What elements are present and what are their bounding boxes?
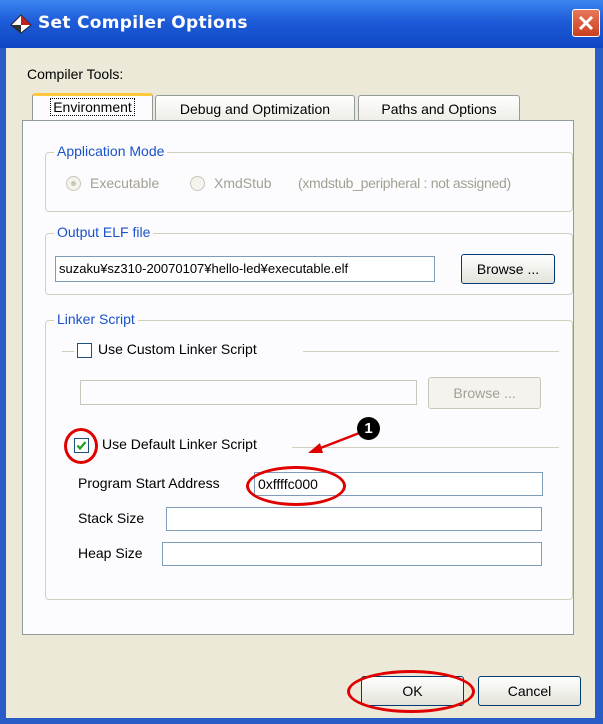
custom-section-rule-left: [62, 351, 74, 352]
window-title: Set Compiler Options: [38, 13, 248, 33]
linker-script-legend: Linker Script: [54, 311, 138, 327]
stack-size-label: Stack Size: [78, 510, 145, 526]
application-mode-legend: Application Mode: [54, 143, 168, 159]
output-elf-path-field[interactable]: suzaku¥sz310-20070107¥hello-led¥executab…: [55, 256, 435, 282]
custom-section-rule-right: [303, 351, 559, 352]
close-button[interactable]: [572, 9, 600, 37]
output-elf-browse-button[interactable]: Browse ...: [461, 254, 555, 284]
output-elf-legend: Output ELF file: [54, 224, 154, 240]
heap-size-field[interactable]: [162, 542, 542, 566]
close-icon: [578, 15, 594, 31]
address-highlight-circle: [246, 466, 346, 506]
title-bar[interactable]: Set Compiler Options: [0, 0, 603, 48]
custom-linker-browse-button[interactable]: Browse ...: [428, 377, 541, 409]
program-start-address-label: Program Start Address: [78, 475, 220, 491]
tab-label: Environment: [50, 98, 135, 116]
custom-linker-path-field[interactable]: [80, 380, 417, 405]
executable-label: Executable: [90, 175, 160, 191]
cancel-button[interactable]: Cancel: [478, 676, 581, 706]
ok-highlight-circle: [347, 670, 475, 713]
checkbox-highlight-circle: [64, 428, 98, 464]
use-default-linker-label: Use Default Linker Script: [102, 436, 257, 452]
executable-radio[interactable]: [66, 176, 81, 191]
use-custom-linker-checkbox[interactable]: [77, 343, 92, 358]
dialog-window: Set Compiler Options Compiler Tools: Env…: [0, 0, 603, 724]
xmdstub-radio[interactable]: [190, 176, 205, 191]
heap-size-label: Heap Size: [78, 545, 143, 561]
tab-debug-optimization[interactable]: Debug and Optimization: [155, 95, 355, 123]
tab-label: Debug and Optimization: [179, 101, 331, 117]
tab-environment[interactable]: Environment: [32, 93, 153, 123]
app-icon: [10, 14, 32, 34]
tab-label: Paths and Options: [381, 101, 497, 117]
stack-size-field[interactable]: [166, 507, 542, 531]
tab-paths-options[interactable]: Paths and Options: [358, 95, 520, 123]
radio-selected-dot: [71, 181, 76, 186]
use-custom-linker-label: Use Custom Linker Script: [98, 341, 257, 357]
xmdstub-note: (xmdstub_peripheral : not assigned): [298, 175, 511, 191]
annotation-marker-1: 1: [357, 417, 380, 440]
compiler-tools-label: Compiler Tools:: [27, 66, 124, 82]
xmdstub-label: XmdStub: [214, 175, 272, 191]
